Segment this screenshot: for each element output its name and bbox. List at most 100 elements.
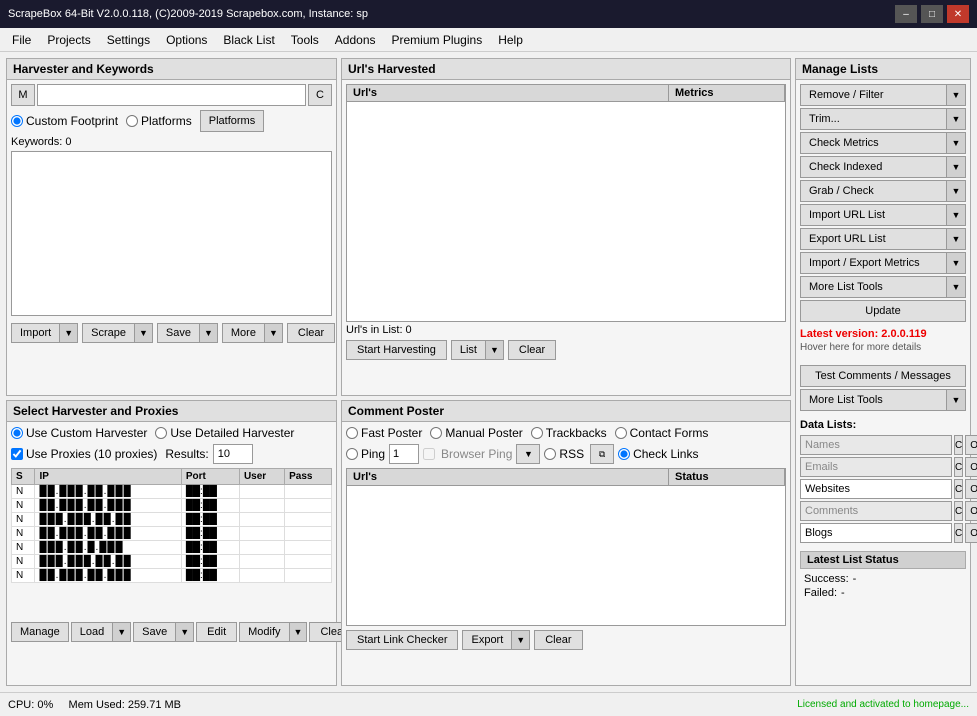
menu-options[interactable]: Options (158, 31, 215, 49)
emails-input[interactable] (800, 457, 952, 477)
ping-radio[interactable]: Ping (346, 447, 385, 461)
proxy-manage-button[interactable]: Manage (12, 623, 68, 641)
comments-c-button[interactable]: C (954, 501, 963, 521)
more-list-tools-button[interactable]: More List Tools (800, 276, 946, 298)
proxy-scroll-content[interactable]: S IP Port User Pass N ██.███.██.███ ██:█… (11, 468, 332, 618)
import-url-list-button[interactable]: Import URL List (800, 204, 946, 226)
more-arrow[interactable]: ▼ (264, 324, 282, 342)
start-harvesting-button[interactable]: Start Harvesting (346, 340, 447, 360)
contact-forms-radio[interactable]: Contact Forms (615, 426, 709, 440)
export-button[interactable]: Export (463, 631, 511, 649)
websites-input[interactable] (800, 479, 952, 499)
check-indexed-button[interactable]: Check Indexed (800, 156, 946, 178)
grab-check-arrow[interactable]: ▼ (946, 180, 966, 202)
export-arrow[interactable]: ▼ (511, 631, 529, 649)
names-open-button[interactable]: Open (965, 435, 977, 455)
keywords-textarea[interactable] (11, 151, 332, 316)
comments-input[interactable] (800, 501, 952, 521)
browser-ping-dropdown[interactable]: ▼ (516, 444, 540, 464)
menu-settings[interactable]: Settings (99, 31, 158, 49)
more-list-tools-comment-button[interactable]: More List Tools (800, 389, 946, 411)
manual-poster-radio[interactable]: Manual Poster (430, 426, 522, 440)
menu-tools[interactable]: Tools (283, 31, 327, 49)
trim-arrow[interactable]: ▼ (946, 108, 966, 130)
import-export-metrics-arrow[interactable]: ▼ (946, 252, 966, 274)
menu-file[interactable]: File (4, 31, 39, 49)
platforms-button[interactable]: Platforms (200, 110, 264, 132)
menu-addons[interactable]: Addons (327, 31, 384, 49)
proxy-load-button[interactable]: Load (72, 623, 112, 641)
names-input[interactable] (800, 435, 952, 455)
menu-premium-plugins[interactable]: Premium Plugins (384, 31, 491, 49)
start-link-checker-button[interactable]: Start Link Checker (346, 630, 458, 650)
custom-harvester-radio[interactable]: Use Custom Harvester (11, 426, 147, 440)
test-comments-button[interactable]: Test Comments / Messages (800, 365, 966, 387)
scrape-button[interactable]: Scrape (83, 324, 134, 342)
emails-c-button[interactable]: C (954, 457, 963, 477)
custom-footprint-radio[interactable]: Custom Footprint (11, 114, 118, 128)
import-button[interactable]: Import (12, 324, 59, 342)
menu-help[interactable]: Help (490, 31, 531, 49)
comment-urls-body[interactable] (346, 486, 786, 626)
grab-check-button[interactable]: Grab / Check (800, 180, 946, 202)
more-list-tools-arrow[interactable]: ▼ (946, 276, 966, 298)
check-links-radio[interactable]: Check Links (618, 447, 698, 461)
rss-radio[interactable]: RSS (544, 447, 584, 461)
urls-table-body[interactable] (346, 102, 786, 322)
detailed-harvester-radio[interactable]: Use Detailed Harvester (155, 426, 294, 440)
export-url-list-arrow[interactable]: ▼ (946, 228, 966, 250)
check-indexed-arrow[interactable]: ▼ (946, 156, 966, 178)
import-arrow[interactable]: ▼ (59, 324, 77, 342)
modify-arrow[interactable]: ▼ (289, 623, 307, 641)
check-metrics-arrow[interactable]: ▼ (946, 132, 966, 154)
save-button[interactable]: Save (158, 324, 199, 342)
check-metrics-button[interactable]: Check Metrics (800, 132, 946, 154)
rss-copy-button[interactable]: ⧉ (590, 444, 614, 464)
ping-input[interactable] (389, 444, 419, 464)
poster-radio-row: Fast Poster Manual Poster Trackbacks Con… (346, 426, 786, 440)
fast-poster-radio[interactable]: Fast Poster (346, 426, 422, 440)
use-proxies-checkbox[interactable]: Use Proxies (10 proxies) (11, 447, 157, 461)
websites-open-button[interactable]: Open (965, 479, 977, 499)
menu-blacklist[interactable]: Black List (215, 31, 282, 49)
websites-c-button[interactable]: C (954, 479, 963, 499)
proxy-edit-button[interactable]: Edit (196, 622, 237, 642)
proxy-save-button[interactable]: Save (134, 623, 175, 641)
platforms-radio[interactable]: Platforms (126, 114, 192, 128)
blogs-input[interactable] (800, 523, 952, 543)
proxy-modify-button[interactable]: Modify (240, 623, 288, 641)
load-arrow[interactable]: ▼ (112, 623, 130, 641)
harvester-text-input[interactable] (37, 84, 306, 106)
c-button[interactable]: C (308, 84, 332, 106)
trim-button[interactable]: Trim... (800, 108, 946, 130)
more-button[interactable]: More (223, 324, 264, 342)
urls-clear-button[interactable]: Clear (508, 340, 556, 360)
remove-filter-arrow[interactable]: ▼ (946, 84, 966, 106)
list-button[interactable]: List (452, 341, 485, 359)
browser-ping-checkbox[interactable] (423, 448, 435, 460)
m-button[interactable]: M (11, 84, 35, 106)
menu-projects[interactable]: Projects (39, 31, 98, 49)
close-button[interactable]: ✕ (947, 5, 969, 23)
import-url-list-arrow[interactable]: ▼ (946, 204, 966, 226)
update-button[interactable]: Update (800, 300, 966, 322)
names-c-button[interactable]: C (954, 435, 963, 455)
export-url-list-button[interactable]: Export URL List (800, 228, 946, 250)
remove-filter-button[interactable]: Remove / Filter (800, 84, 946, 106)
blogs-open-button[interactable]: Open (965, 523, 977, 543)
maximize-button[interactable]: □ (921, 5, 943, 23)
proxy-save-arrow[interactable]: ▼ (175, 623, 193, 641)
comments-open-button[interactable]: Open (965, 501, 977, 521)
emails-open-button[interactable]: Open (965, 457, 977, 477)
trackbacks-radio[interactable]: Trackbacks (531, 426, 607, 440)
import-export-metrics-button[interactable]: Import / Export Metrics (800, 252, 946, 274)
more-list-tools-comment-arrow[interactable]: ▼ (946, 389, 966, 411)
minimize-button[interactable]: – (895, 5, 917, 23)
blogs-c-button[interactable]: C (954, 523, 963, 543)
harvester-clear-button[interactable]: Clear (287, 323, 335, 343)
save-arrow[interactable]: ▼ (199, 324, 217, 342)
results-input[interactable] (213, 444, 253, 464)
comment-clear-button[interactable]: Clear (534, 630, 582, 650)
scrape-arrow[interactable]: ▼ (134, 324, 152, 342)
list-arrow[interactable]: ▼ (485, 341, 503, 359)
